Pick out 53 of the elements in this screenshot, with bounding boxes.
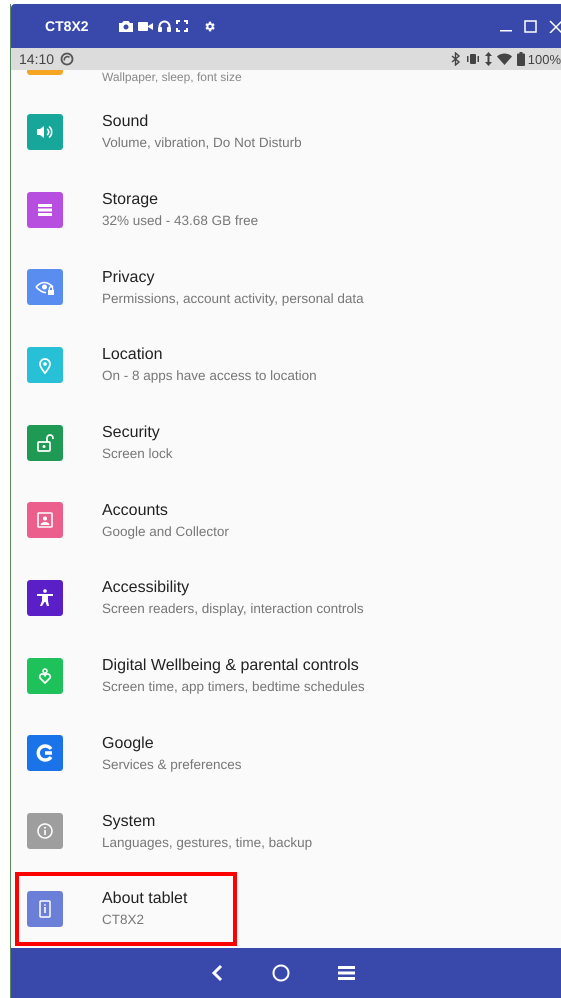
item-title: Privacy <box>102 268 156 288</box>
camera-icon[interactable] <box>119 20 133 32</box>
item-subtitle: 32% used - 43.68 GB free <box>102 212 258 230</box>
bluetooth-icon <box>450 52 461 66</box>
item-subtitle: Volume, vibration, Do Not Disturb <box>102 134 302 152</box>
item-title: Security <box>102 423 161 444</box>
battery-level: 100% <box>528 52 561 66</box>
window-title: CT8X2 <box>45 18 90 34</box>
item-subtitle: Wallpaper, sleep, font size <box>102 70 242 84</box>
home-icon[interactable] <box>272 964 290 982</box>
settings-item[interactable]: About tablet CT8X2 <box>13 870 239 948</box>
video-camera-icon[interactable] <box>138 20 153 32</box>
settings-item[interactable]: Location On - 8 apps have access to location <box>11 326 561 404</box>
item-subtitle: Languages, gestures, time, backup <box>102 834 312 852</box>
item-title: Sound <box>102 112 150 132</box>
item-title: System <box>102 812 156 832</box>
maximize-icon[interactable] <box>524 20 537 32</box>
vibrate-icon <box>466 53 480 65</box>
item-title: Accounts <box>102 500 169 521</box>
item-subtitle: Services & preferences <box>102 756 242 774</box>
headphones-icon[interactable] <box>158 20 171 32</box>
item-title: Accessibility <box>102 578 190 598</box>
item-title: Digital Wellbeing & parental controls <box>102 656 360 676</box>
data-arrows-icon <box>484 52 492 66</box>
settings-item[interactable]: Accounts Google and Collector <box>11 481 561 560</box>
item-subtitle: Screen readers, display, interaction controls <box>102 600 364 618</box>
settings-item[interactable]: System Languages, gestures, time, backup <box>11 792 561 870</box>
item-subtitle: Screen time, app timers, bedtime schedules <box>102 678 365 696</box>
settings-item[interactable]: Storage 32% used - 43.68 GB free <box>11 170 561 248</box>
menu-icon[interactable] <box>338 965 354 981</box>
settings-item[interactable]: Privacy Permissions, account activity, personal data <box>11 248 561 326</box>
back-icon[interactable] <box>210 964 224 982</box>
item-subtitle: CT8X2 <box>102 911 146 930</box>
wifi-icon <box>496 53 512 65</box>
item-subtitle: On - 8 apps have access to location <box>102 367 317 386</box>
close-icon[interactable] <box>549 20 561 32</box>
item-title: Google <box>102 734 155 754</box>
item-title: Storage <box>102 190 160 210</box>
item-title: About tablet <box>102 889 188 910</box>
item-subtitle: Permissions, account activity, personal data <box>102 290 364 308</box>
settings-item[interactable]: Security Screen lock <box>11 404 561 482</box>
settings-item[interactable]: Digital Wellbeing & parental controls Screen time, app timers, bedtime schedules <box>11 636 561 714</box>
settings-icon[interactable] <box>203 20 216 32</box>
sync-icon <box>60 52 74 66</box>
settings-item[interactable]: Accessibility Screen readers, display, interaction controls <box>11 559 561 637</box>
battery-icon <box>516 52 525 66</box>
settings-item[interactable]: Google Services & preferences <box>11 714 561 792</box>
item-title: Location <box>102 345 164 366</box>
fullscreen-icon[interactable] <box>176 20 188 32</box>
item-subtitle: Google and Collector <box>102 522 229 541</box>
item-subtitle: Screen lock <box>102 445 173 464</box>
clock-time: 14:10 <box>19 51 54 67</box>
settings-item[interactable]: Sound Volume, vibration, Do Not Disturb <box>11 93 561 171</box>
